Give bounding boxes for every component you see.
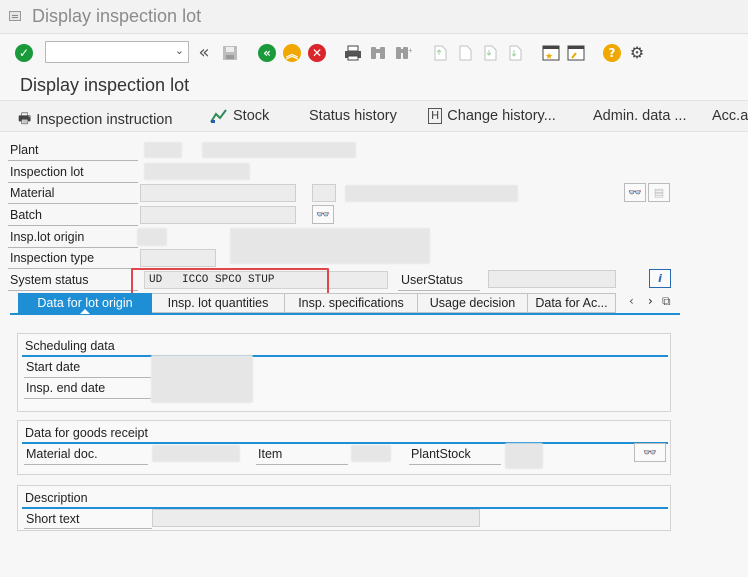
goods-receipt-title: Data for goods receipt [25,426,148,440]
find-icon[interactable] [368,43,388,63]
next-page-icon[interactable] [480,43,500,63]
material-description-field [345,185,518,202]
find-next-icon[interactable]: + [393,43,413,63]
help-icon[interactable]: ? [602,43,622,63]
command-input[interactable] [46,42,166,62]
plant-stock-label: PlantStock [411,447,471,461]
tab-scroll-left-icon[interactable]: ‹ [629,294,634,308]
tab-usage-decision[interactable]: Usage decision [418,293,528,313]
material-field[interactable] [140,184,296,202]
batch-field[interactable] [140,206,296,224]
scheduling-group: Scheduling data Start date Insp. end dat… [17,333,671,412]
insp-lot-origin-field[interactable] [137,228,167,246]
first-page-icon[interactable] [430,43,450,63]
short-text-label: Short text [26,512,80,526]
glasses-icon[interactable]: 👓 [624,183,646,202]
shortcut-icon[interactable] [566,43,586,63]
print-icon[interactable] [343,43,363,63]
goods-receipt-group: Data for goods receipt Material doc. Ite… [17,420,671,475]
material-doc-field[interactable] [152,445,240,462]
application-toolbar: 🖶 Inspection instruction Stock Status hi… [0,100,748,132]
start-date-label: Start date [26,360,81,374]
item-label: Item [258,447,283,461]
new-session-icon[interactable]: ★ [541,43,561,63]
plant-label: Plant [10,143,39,157]
command-field[interactable]: ⌄ [45,41,189,63]
plant-stock-field[interactable] [505,443,543,469]
inspection-type-field[interactable] [140,249,216,267]
inspection-instruction-button[interactable]: 🖶 Inspection instruction [18,108,172,132]
scheduling-dates-field[interactable] [151,355,253,403]
tab-insp-specifications[interactable]: Insp. specifications [285,293,418,313]
svg-text:★: ★ [545,51,553,61]
status-history-button[interactable]: Status history [309,108,397,124]
tab-scroll-right-icon[interactable]: › [648,294,653,308]
plant-name-field [202,142,356,158]
batch-label: Batch [10,208,42,222]
change-history-button[interactable]: H Change history... [428,108,556,124]
system-status-label: System status [10,273,89,287]
cancel-icon[interactable]: ✕ [307,43,327,63]
plant-value-field[interactable] [144,142,182,158]
item-field[interactable] [351,445,391,462]
printer-icon: 🖶 [18,111,32,127]
tab-data-for-acc[interactable]: Data for Ac... [528,293,616,313]
settings-icon[interactable]: ⚙ [627,43,647,63]
page-title: Display inspection lot [20,75,190,95]
goods-receipt-glasses-icon[interactable]: 👓 [634,443,666,462]
material-extra-field[interactable] [312,184,336,202]
inspection-lot-field[interactable] [144,163,250,180]
tab-strip: Data for lot origin Insp. lot quantities… [18,293,616,313]
acc-button[interactable]: Acc.a [712,108,748,124]
scheduling-title: Scheduling data [25,339,115,353]
save-icon[interactable] [220,43,240,63]
insp-lot-origin-description [230,228,430,264]
material-label: Material [10,186,55,200]
description-group: Description Short text [17,485,671,531]
stock-button[interactable]: Stock [210,108,269,124]
system-toolbar: ✓ ⌄ « « ︽ ✕ + ★ ? ⚙ [0,35,748,69]
short-text-field[interactable] [152,509,480,527]
insp-end-date-label: Insp. end date [26,381,106,395]
stock-chart-icon [210,109,227,123]
material-doc-label: Material doc. [26,447,98,461]
user-status-label: UserStatus [401,273,463,287]
tab-list-icon[interactable]: ⧉ [662,294,671,309]
exit-icon[interactable]: ︽ [282,43,302,63]
chevron-down-icon[interactable]: ⌄ [175,44,184,57]
enter-check-icon[interactable]: ✓ [14,43,34,63]
user-status-field [488,270,616,288]
inspection-lot-label: Inspection lot [10,165,84,179]
admin-data-button[interactable]: Admin. data ... [593,108,687,124]
batch-display-glasses-icon[interactable]: 👓 [312,205,334,224]
last-page-icon[interactable] [505,43,525,63]
copy-icon[interactable]: ▤ [648,183,670,202]
title-bar: Display inspection lot [0,0,748,34]
active-tab-pointer [80,309,90,314]
tab-strip-underline [10,313,680,315]
window-title: Display inspection lot [32,6,202,26]
back-double-icon[interactable]: « [194,43,214,63]
insp-lot-origin-label: Insp.lot origin [10,230,85,244]
tab-insp-lot-quantities[interactable]: Insp. lot quantities [152,293,285,313]
previous-page-icon[interactable] [455,43,475,63]
svg-text:+: + [408,46,412,55]
description-title: Description [25,491,88,505]
system-menu-icon[interactable] [9,11,21,21]
history-icon: H [428,108,443,124]
system-status-highlight [131,268,329,295]
inspection-type-label: Inspection type [10,251,95,265]
back-icon[interactable]: « [257,43,277,63]
info-icon[interactable]: i [649,269,671,288]
